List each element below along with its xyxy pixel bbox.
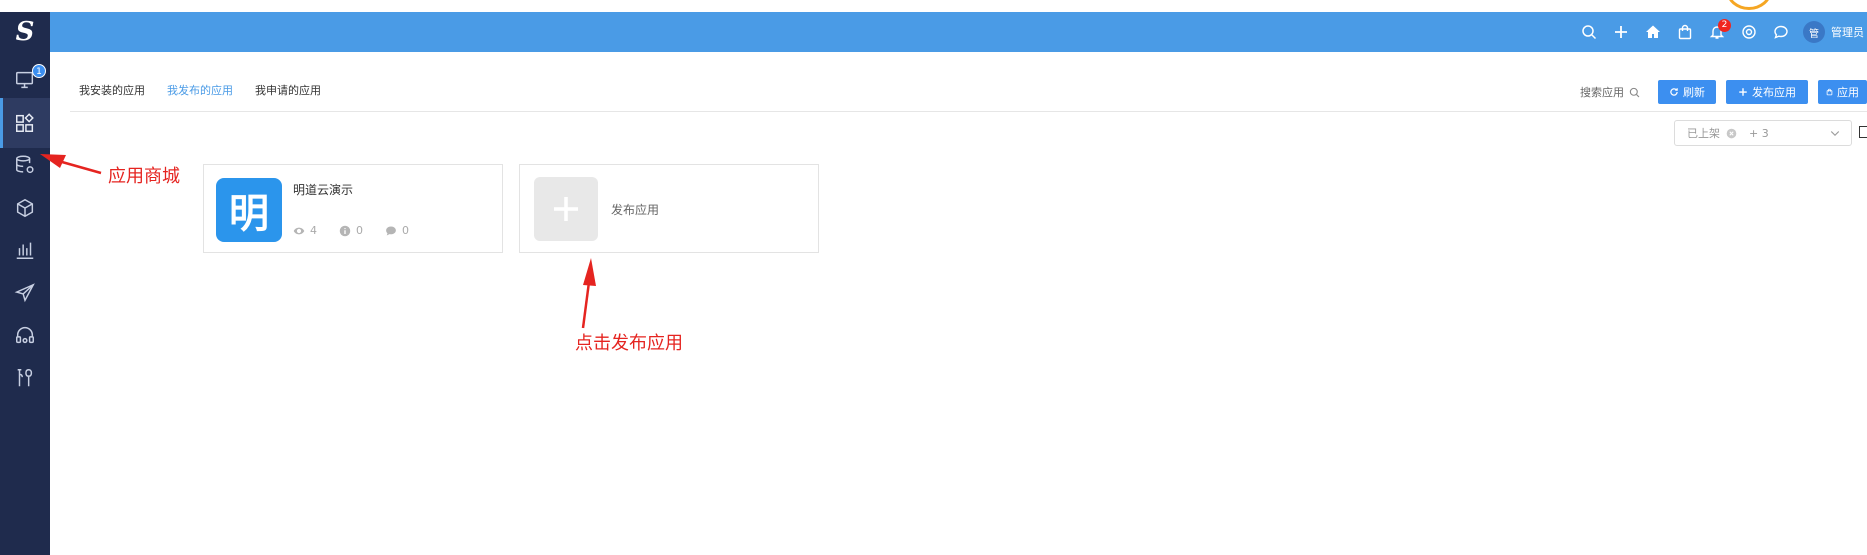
grid-view-icon[interactable] (1859, 126, 1867, 138)
plus-icon (554, 197, 578, 221)
app-card[interactable]: 明 明道云演示 4 0 0 (203, 164, 503, 253)
search-icon (1582, 25, 1597, 40)
notification-badge: 2 (1718, 19, 1731, 32)
avatar[interactable]: 管 (1803, 21, 1825, 43)
orange-ring (1726, 0, 1772, 10)
search-icon (1629, 87, 1640, 97)
info-icon (339, 225, 351, 236)
app-name: 明道云演示 (293, 183, 354, 197)
database-settings-icon (16, 155, 34, 174)
clear-tag-icon[interactable] (1726, 128, 1737, 139)
header-add-button[interactable] (1605, 12, 1637, 52)
add-app-icon (534, 177, 598, 241)
refresh-label: 刷新 (1683, 86, 1705, 99)
header-home-button[interactable] (1637, 12, 1669, 52)
refresh-button[interactable]: 刷新 (1658, 80, 1716, 104)
sidebar-item-tools[interactable] (0, 353, 50, 403)
cube-icon (16, 198, 34, 218)
header-store-button[interactable] (1669, 12, 1701, 52)
support-headset-icon (16, 327, 34, 344)
publish-app-label: 发布应用 (1752, 86, 1796, 99)
publish-app-button[interactable]: 发布应用 (1726, 80, 1808, 104)
chat-bubble-icon (1774, 25, 1788, 39)
arrow-to-app-store (61, 160, 102, 175)
arrow-to-add-card-head (583, 258, 596, 286)
filter-selected-value: 已上架 (1687, 127, 1720, 140)
username[interactable]: 管理员 (1831, 24, 1867, 40)
monitor-badge: 1 (32, 64, 46, 78)
sidebar: S 1 (0, 12, 50, 555)
app-store-button[interactable]: 应用 (1818, 80, 1867, 104)
home-icon (1646, 25, 1660, 38)
header-help-button[interactable] (1733, 12, 1765, 52)
send-icon (14, 283, 35, 303)
tab-published-apps[interactable]: 我发布的应用 (158, 80, 242, 112)
plus-icon (1739, 88, 1747, 96)
refresh-icon (1670, 88, 1678, 96)
header-search-button[interactable] (1573, 12, 1605, 52)
search-apps-label: 搜索应用 (1580, 86, 1624, 99)
filter-extra-count: + 3 (1749, 126, 1769, 140)
add-app-card[interactable]: 发布应用 (519, 164, 819, 253)
search-apps[interactable]: 搜索应用 (1580, 84, 1640, 100)
tab-installed-apps[interactable]: 我安装的应用 (70, 80, 154, 112)
header-chat-button[interactable] (1765, 12, 1797, 52)
chevron-down-icon (1830, 131, 1840, 137)
comment-icon (386, 226, 396, 235)
shopping-bag-icon (1678, 24, 1692, 40)
arrow-to-add-card (581, 281, 591, 329)
bar-chart-icon (16, 242, 34, 259)
app-store-label: 应用 (1837, 86, 1859, 99)
app-store-icon (16, 113, 34, 132)
info-stat: 0 (339, 224, 363, 237)
eye-icon (293, 227, 305, 234)
plus-icon (1615, 26, 1627, 38)
app-stats: 4 0 0 (293, 224, 409, 237)
status-filter-select[interactable]: 已上架 + 3 (1674, 120, 1852, 146)
views-stat: 4 (293, 224, 317, 237)
logo[interactable]: S (0, 12, 50, 52)
tab-requested-apps[interactable]: 我申请的应用 (246, 80, 330, 112)
annotation-app-store: 应用商城 (108, 166, 180, 187)
header-notification-button[interactable]: 2 (1701, 12, 1733, 52)
annotation-click-publish: 点击发布应用 (575, 333, 683, 354)
header-actions: 2 管 管理员 (1573, 12, 1867, 52)
app-icon: 明 (216, 178, 282, 242)
top-strip (0, 0, 1867, 12)
comments-count: 0 (402, 224, 409, 237)
comments-stat: 0 (385, 224, 409, 237)
info-count: 0 (356, 224, 363, 237)
tab-divider (70, 111, 1867, 112)
shopping-bag-icon (1826, 88, 1833, 96)
views-count: 4 (310, 224, 317, 237)
tools-icon (17, 369, 33, 387)
tab-bar: 我安装的应用 我发布的应用 我申请的应用 (70, 80, 334, 112)
lifebuoy-icon (1742, 25, 1756, 39)
add-app-label: 发布应用 (611, 203, 660, 217)
